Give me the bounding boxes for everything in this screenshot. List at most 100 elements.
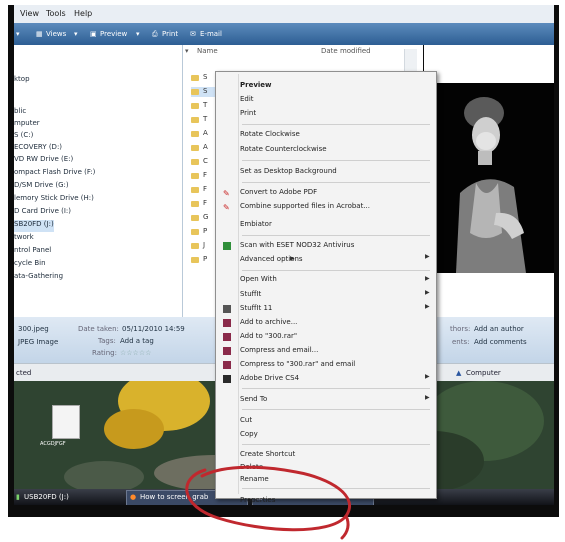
- tags-value[interactable]: Add a tag: [120, 337, 154, 345]
- rating-label: Rating:: [92, 349, 117, 357]
- menu-help[interactable]: Help: [74, 9, 92, 18]
- folder-icon: [191, 243, 199, 249]
- file-row[interactable]: J: [191, 241, 217, 251]
- print-button[interactable]: Print: [162, 30, 178, 38]
- email-button[interactable]: E-mail: [200, 30, 222, 38]
- menu-item-adobe-drive[interactable]: Adobe Drive CS4: [240, 374, 299, 386]
- menu-item-stuffit-11[interactable]: StuffIt 11: [240, 304, 272, 316]
- menu-bar: View Tools Help: [14, 5, 554, 23]
- winrar-icon: [223, 347, 231, 355]
- rating-stars[interactable]: ☆☆☆☆☆: [120, 349, 151, 357]
- date-taken-value: 05/11/2010 14:59: [122, 325, 185, 333]
- menu-separator: [242, 124, 430, 125]
- menu-item-create-shortcut[interactable]: Create Shortcut: [240, 450, 295, 462]
- menu-item-advanced-options[interactable]: Advanced options ▶: [240, 255, 303, 267]
- file-row[interactable]: S: [191, 73, 217, 83]
- menu-item-preview[interactable]: Preview: [240, 81, 272, 93]
- menu-item-convert-pdf[interactable]: Convert to Adobe PDF: [240, 188, 317, 200]
- menu-item-send-to[interactable]: Send To: [240, 395, 267, 407]
- nav-item-selected[interactable]: SB20FD (J:): [14, 220, 54, 232]
- file-row[interactable]: P: [191, 255, 217, 265]
- menu-item-compress-300rar-email[interactable]: Compress to "300.rar" and email: [240, 360, 355, 372]
- details-filename: 300.jpeg: [18, 325, 49, 333]
- file-row[interactable]: F: [191, 171, 217, 181]
- menu-view[interactable]: View: [20, 9, 39, 18]
- menu-item-add-300rar[interactable]: Add to "300.rar": [240, 332, 297, 344]
- folder-icon: [191, 229, 199, 235]
- submenu-arrow-icon: ▶: [425, 253, 430, 260]
- nav-item[interactable]: cycle Bin: [14, 259, 46, 271]
- preview-button[interactable]: Preview: [100, 30, 127, 38]
- menu-item-delete[interactable]: Delete: [240, 463, 263, 475]
- file-row[interactable]: F: [191, 185, 217, 195]
- views-chevron-icon[interactable]: ▾: [74, 30, 78, 38]
- menu-item-open-with[interactable]: Open With: [240, 275, 277, 287]
- nav-item[interactable]: lemory Stick Drive (H:): [14, 194, 94, 206]
- menu-item-print[interactable]: Print: [240, 109, 256, 121]
- menu-item-cut[interactable]: Cut: [240, 416, 252, 428]
- menu-item-rotate-ccw[interactable]: Rotate Counterclockwise: [240, 145, 327, 157]
- menu-item-set-background[interactable]: Set as Desktop Background: [240, 167, 337, 179]
- submenu-arrow-icon: ▶: [425, 303, 430, 310]
- menu-item-compress-email[interactable]: Compress and email...: [240, 346, 318, 358]
- sort-chevron-icon[interactable]: ▾: [185, 47, 189, 55]
- menu-item-embiator[interactable]: Embiator: [240, 220, 272, 232]
- menu-item-copy[interactable]: Copy: [240, 430, 258, 442]
- preview-chevron-icon[interactable]: ▾: [136, 30, 140, 38]
- adobe-drive-icon: [223, 375, 231, 383]
- computer-icon: ▲: [456, 369, 462, 377]
- nav-item[interactable]: ntrol Panel: [14, 246, 51, 258]
- file-row[interactable]: P: [191, 227, 217, 237]
- nav-item[interactable]: D Card Drive (I:): [14, 207, 71, 219]
- taskbar-item-usb[interactable]: USB20FD (J:): [24, 493, 69, 501]
- menu-item-rename[interactable]: Rename: [240, 475, 269, 487]
- nav-item[interactable]: blic: [14, 107, 26, 119]
- submenu-arrow-icon: ▶: [425, 394, 430, 401]
- nav-item[interactable]: D/SM Drive (G:): [14, 181, 69, 193]
- menu-tools[interactable]: Tools: [46, 9, 66, 18]
- nav-item[interactable]: ompact Flash Drive (F:): [14, 168, 95, 180]
- menu-item-rotate-cw[interactable]: Rotate Clockwise: [240, 130, 300, 142]
- views-button[interactable]: Views: [46, 30, 66, 38]
- file-row[interactable]: F: [191, 199, 217, 209]
- nav-item[interactable]: ECOVERY (D:): [14, 143, 62, 155]
- file-row[interactable]: G: [191, 213, 217, 223]
- nav-item[interactable]: S (C:): [14, 131, 33, 143]
- desktop-file-icon[interactable]: [52, 405, 80, 439]
- nav-item[interactable]: VD RW Drive (E:): [14, 155, 73, 167]
- menu-item-stuffit[interactable]: StuffIt: [240, 290, 261, 302]
- menu-item-edit[interactable]: Edit: [240, 95, 254, 107]
- folder-icon: [191, 89, 199, 95]
- organize-chevron-icon[interactable]: ▾: [16, 30, 20, 38]
- file-row[interactable]: C: [191, 157, 217, 167]
- column-date-header[interactable]: Date modified: [321, 47, 371, 55]
- column-name-header[interactable]: Name: [197, 47, 218, 55]
- nav-item[interactable]: twork: [14, 233, 34, 245]
- menu-item-eset-scan[interactable]: Scan with ESET NOD32 Antivirus: [240, 241, 354, 253]
- menu-separator: [242, 388, 430, 389]
- file-row[interactable]: A: [191, 129, 217, 139]
- file-row[interactable]: T: [191, 101, 217, 111]
- folder-icon: [191, 75, 199, 81]
- taskbar-item-browser[interactable]: How to screen grab: [140, 493, 208, 501]
- folder-icon: [191, 173, 199, 179]
- context-menu: Preview Edit Print Rotate Clockwise Rota…: [215, 71, 437, 504]
- submenu-arrow-icon: ▶: [425, 373, 430, 380]
- folder-icon: [191, 159, 199, 165]
- menu-item-add-archive[interactable]: Add to archive...: [240, 318, 297, 330]
- authors-value[interactable]: Add an author: [474, 325, 524, 333]
- submenu-arrow-icon: ▶: [425, 289, 430, 296]
- nav-item[interactable]: mputer: [14, 119, 40, 131]
- menu-separator: [242, 160, 430, 161]
- file-row[interactable]: T: [191, 115, 217, 125]
- comments-value[interactable]: Add comments: [474, 338, 527, 346]
- menu-item-properties[interactable]: Properties: [240, 496, 275, 505]
- menu-item-combine-acrobat[interactable]: Combine supported files in Acrobat...: [240, 202, 370, 214]
- nav-item[interactable]: ktop: [14, 75, 30, 87]
- nav-item[interactable]: ata-Gathering: [14, 272, 63, 284]
- folder-icon: [191, 187, 199, 193]
- file-row-selected[interactable]: S: [191, 87, 217, 97]
- menu-separator: [242, 235, 430, 236]
- file-row[interactable]: A: [191, 143, 217, 153]
- acrobat-icon: ✎: [223, 189, 230, 198]
